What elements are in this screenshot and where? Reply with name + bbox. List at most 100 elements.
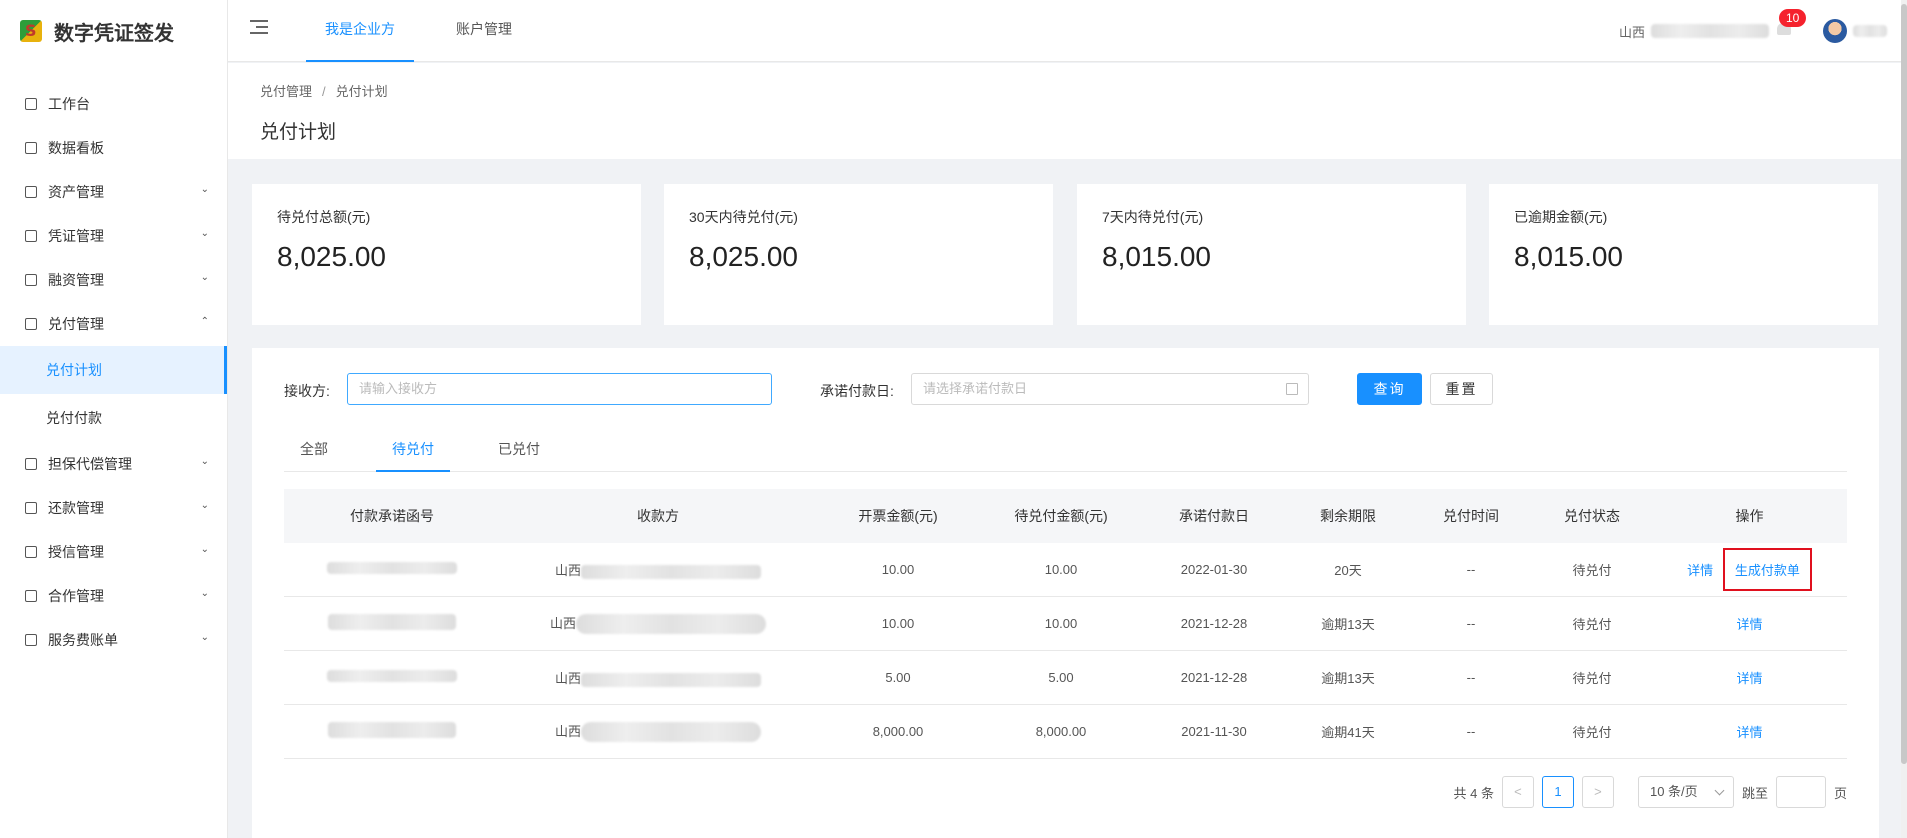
reset-button[interactable]: 重置 <box>1430 373 1493 405</box>
column-header: 兑付状态 <box>1564 508 1620 524</box>
payee-prefix: 山西 <box>554 723 581 739</box>
promise-number-cell <box>284 670 500 685</box>
pending-amount-cell: 10.00 <box>1044 616 1078 631</box>
tab-pending[interactable]: 待兑付 <box>376 434 450 472</box>
sidebar-item-credit[interactable]: 授信管理 ⌄ <box>0 530 227 574</box>
bell-icon[interactable]: 10 <box>1777 9 1807 39</box>
paid-time-cell: -- <box>1466 670 1476 685</box>
column-header: 承诺付款日 <box>1179 508 1249 524</box>
sidebar-item-label: 合作管理 <box>48 588 104 604</box>
company-name-redacted <box>1651 24 1769 38</box>
actions-cell: 详情 <box>1652 722 1847 741</box>
table-row: 山西 10.00 10.00 2021-12-28 逾期13天 -- 待兑付 详… <box>284 597 1847 651</box>
sidebar-item-label: 担保代偿管理 <box>48 456 132 472</box>
user-area: 山西 10 <box>1619 9 1887 48</box>
jump-label: 跳至 <box>1741 785 1768 801</box>
query-button[interactable]: 查询 <box>1357 373 1422 405</box>
bill-icon <box>24 633 38 647</box>
payee-prefix: 山西 <box>554 671 581 686</box>
paid-time-cell: -- <box>1466 616 1476 631</box>
tab-enterprise[interactable]: 我是企业方 <box>306 0 414 62</box>
tab-account[interactable]: 账户管理 <box>456 0 512 62</box>
menu-toggle-icon[interactable] <box>250 20 268 36</box>
promise-number-cell <box>284 722 500 741</box>
sidebar-item-label: 资产管理 <box>48 184 104 200</box>
users-icon <box>24 589 38 603</box>
page-scrollbar[interactable] <box>1901 0 1907 838</box>
detail-link[interactable]: 详情 <box>1687 563 1713 578</box>
prev-page-button[interactable]: < <box>1501 776 1534 808</box>
remaining-cell: 20天 <box>1334 563 1362 578</box>
table-row: 山西 8,000.00 8,000.00 2021-11-30 逾期41天 --… <box>284 705 1847 759</box>
app-logo[interactable]: 数字凭证签发 <box>0 0 227 62</box>
sidebar-item-repayment[interactable]: 还款管理 ⌄ <box>0 486 227 530</box>
tab-paid[interactable]: 已兑付 <box>498 434 540 472</box>
sidebar-menu: 工作台 数据看板 资产管理 ⌄ 凭证管理 ⌄ 融资管理 ⌄ 兑付管理 ⌃ 兑付计… <box>0 82 227 662</box>
remaining-cell: 逾期13天 <box>1321 617 1375 632</box>
next-page-button[interactable]: > <box>1581 776 1614 808</box>
stat-label: 待兑付总额(元) <box>277 209 371 225</box>
payee-redacted <box>581 672 761 687</box>
payee-prefix: 山西 <box>549 615 576 631</box>
detail-link[interactable]: 详情 <box>1736 725 1762 740</box>
invoice-amount-cell: 5.00 <box>885 670 911 685</box>
sidebar-item-dashboard[interactable]: 数据看板 <box>0 126 227 170</box>
chevron-down-icon: ⌄ <box>200 456 209 467</box>
pending-amount-cell: 5.00 <box>1048 670 1074 685</box>
chevron-down-icon: ⌄ <box>200 272 209 283</box>
sidebar-item-service-bill[interactable]: 服务费账单 ⌄ <box>0 618 227 662</box>
receiver-input[interactable]: 请输入接收方 <box>347 373 772 405</box>
promise-number-redacted <box>328 614 456 630</box>
chevron-down-icon: ⌄ <box>200 632 209 643</box>
document-icon <box>24 229 38 243</box>
sidebar-item-assets[interactable]: 资产管理 ⌄ <box>0 170 227 214</box>
breadcrumb-separator: / <box>322 84 326 99</box>
promise-date-cell: 2022-01-30 <box>1180 562 1248 577</box>
payee-cell: 山西 <box>500 560 816 579</box>
column-header: 操作 <box>1735 508 1764 524</box>
generate-payment-link[interactable]: 生成付款单 <box>1735 563 1800 578</box>
breadcrumb-current: 兑付计划 <box>335 84 388 99</box>
promise-number-redacted <box>327 670 457 682</box>
detail-link[interactable]: 详情 <box>1736 617 1762 632</box>
redemption-table: 付款承诺函号 收款方 开票金额(元) 待兑付金额(元) 承诺付款日 剩余期限 兑… <box>284 489 1847 759</box>
table-row: 山西 10.00 10.00 2022-01-30 20天 -- 待兑付 详情 … <box>284 543 1847 597</box>
invoice-amount-cell: 8,000.00 <box>872 724 924 739</box>
promise-date-picker[interactable]: 请选择承诺付款日 <box>911 373 1309 405</box>
logo-icon <box>20 20 42 42</box>
pending-amount-cell: 8,000.00 <box>1035 724 1087 739</box>
pagination: 共 4 条 < 1 > 10 条/页 跳至 页 <box>1454 776 1847 808</box>
sidebar-item-cooperation[interactable]: 合作管理 ⌄ <box>0 574 227 618</box>
sidebar-item-vouchers[interactable]: 凭证管理 ⌄ <box>0 214 227 258</box>
chevron-down-icon: ⌄ <box>200 184 209 195</box>
monitor-icon <box>24 97 38 111</box>
stat-value: 8,025.00 <box>689 241 798 272</box>
sidebar-item-label: 还款管理 <box>48 500 104 516</box>
page-size-select[interactable]: 10 条/页 <box>1637 776 1734 808</box>
highlight-box: 生成付款单 <box>1722 548 1812 591</box>
breadcrumb: 兑付管理 / 兑付计划 <box>260 81 388 100</box>
sidebar-item-workbench[interactable]: 工作台 <box>0 82 227 126</box>
sidebar-item-guarantee[interactable]: 担保代偿管理 ⌄ <box>0 442 227 486</box>
remaining-cell: 逾期41天 <box>1321 725 1375 740</box>
sidebar: 数字凭证签发 工作台 数据看板 资产管理 ⌄ 凭证管理 ⌄ 融资管理 ⌄ 兑付管… <box>0 0 228 838</box>
jump-page-input[interactable] <box>1775 776 1826 808</box>
sidebar-subitem-redemption-payment[interactable]: 兑付付款 <box>0 394 227 442</box>
tab-all[interactable]: 全部 <box>300 434 328 472</box>
sidebar-item-label: 凭证管理 <box>48 228 104 244</box>
avatar[interactable] <box>1823 19 1847 43</box>
promise-date-cell: 2021-12-28 <box>1180 670 1248 685</box>
top-header: 我是企业方 账户管理 山西 10 <box>228 0 1907 62</box>
breadcrumb-parent[interactable]: 兑付管理 <box>260 84 312 99</box>
promise-number-cell <box>284 614 500 633</box>
username-redacted[interactable] <box>1853 25 1887 37</box>
sidebar-item-financing[interactable]: 融资管理 ⌄ <box>0 258 227 302</box>
page-1-button[interactable]: 1 <box>1541 776 1574 808</box>
detail-link[interactable]: 详情 <box>1736 671 1762 686</box>
scrollbar-thumb[interactable] <box>1901 4 1907 764</box>
promise-date-cell: 2021-12-28 <box>1180 616 1248 631</box>
status-cell: 待兑付 <box>1572 563 1612 578</box>
sidebar-item-redemption[interactable]: 兑付管理 ⌃ <box>0 302 227 346</box>
sidebar-subitem-redemption-plan[interactable]: 兑付计划 <box>0 346 227 394</box>
receiver-label: 接收方: <box>284 383 330 399</box>
